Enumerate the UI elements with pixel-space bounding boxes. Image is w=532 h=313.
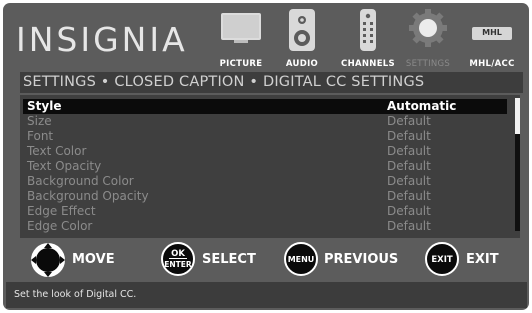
exit-label: EXIT bbox=[466, 252, 499, 267]
insignia-logo: INSIGNIA bbox=[16, 20, 188, 59]
exit-hint: EXIT EXIT bbox=[425, 238, 515, 282]
setting-value: Automatic bbox=[387, 99, 457, 113]
setting-name: Background Color bbox=[27, 174, 134, 188]
list-item-size[interactable]: Size Default bbox=[23, 114, 507, 129]
menu-item-label: PICTURE bbox=[219, 59, 263, 69]
setting-name: Edge Effect bbox=[27, 204, 96, 218]
setting-name: Style bbox=[27, 99, 62, 113]
mhl-icon: MHL bbox=[472, 27, 512, 40]
list-item-text-opacity[interactable]: Text Opacity Default bbox=[23, 159, 507, 174]
menu-item-label: AUDIO bbox=[285, 59, 319, 69]
top-menu-bar: INSIGNIA PICTURE AUDIO CHANNELS SETTINGS… bbox=[3, 3, 529, 69]
tv-icon bbox=[221, 13, 261, 43]
select-label: SELECT bbox=[202, 252, 256, 267]
list-item-style[interactable]: Style Automatic bbox=[23, 99, 507, 114]
previous-hint: MENU PREVIOUS bbox=[284, 238, 404, 282]
setting-value: Default bbox=[387, 144, 431, 158]
ok-enter-key-icon: OK ENTER bbox=[161, 242, 195, 276]
menu-key-icon: MENU bbox=[284, 242, 318, 276]
speaker-icon bbox=[289, 9, 315, 51]
setting-name: Edge Color bbox=[27, 219, 93, 233]
move-label: MOVE bbox=[72, 252, 115, 267]
setting-value: Default bbox=[387, 219, 431, 233]
list-item-background-opacity[interactable]: Background Opacity Default bbox=[23, 189, 507, 204]
menu-item-label: CHANNELS bbox=[341, 59, 395, 69]
select-hint: OK ENTER SELECT bbox=[161, 238, 271, 282]
setting-name: Size bbox=[27, 114, 52, 128]
setting-name: Text Color bbox=[27, 144, 87, 158]
menu-item-label: SETTINGS bbox=[405, 59, 451, 69]
setting-value: Default bbox=[387, 189, 431, 203]
remote-key-hints: MOVE OK ENTER SELECT MENU PREVIOUS EXIT … bbox=[3, 238, 529, 282]
previous-label: PREVIOUS bbox=[324, 252, 399, 267]
mhl-badge-text: MHL bbox=[482, 28, 502, 37]
list-item-edge-effect[interactable]: Edge Effect Default bbox=[23, 204, 507, 219]
setting-value: Default bbox=[387, 114, 431, 128]
key-divider bbox=[169, 258, 187, 259]
help-text-panel: Set the look of Digital CC. bbox=[6, 282, 527, 308]
setting-value: Default bbox=[387, 129, 431, 143]
settings-list: Style Automatic Size Default Font Defaul… bbox=[20, 95, 520, 238]
exit-key-icon: EXIT bbox=[425, 242, 459, 276]
exit-key-text: EXIT bbox=[431, 255, 453, 265]
setting-value: Default bbox=[387, 204, 431, 218]
enter-key-text: ENTER bbox=[164, 260, 192, 269]
setting-name: Font bbox=[27, 129, 54, 143]
scrollbar-thumb[interactable] bbox=[515, 98, 520, 134]
list-item-text-color[interactable]: Text Color Default bbox=[23, 144, 507, 159]
list-item-edge-color[interactable]: Edge Color Default bbox=[23, 219, 507, 234]
list-item-background-color[interactable]: Background Color Default bbox=[23, 174, 507, 189]
setting-value: Default bbox=[387, 159, 431, 173]
dpad-icon bbox=[31, 243, 65, 277]
breadcrumb: SETTINGS • CLOSED CAPTION • DIGITAL CC S… bbox=[20, 72, 523, 93]
setting-value: Default bbox=[387, 174, 431, 188]
help-text: Set the look of Digital CC. bbox=[14, 289, 137, 300]
setting-name: Background Opacity bbox=[27, 189, 149, 203]
list-item-font[interactable]: Font Default bbox=[23, 129, 507, 144]
menu-key-text: MENU bbox=[287, 255, 315, 264]
remote-icon bbox=[360, 9, 376, 51]
scrollbar[interactable] bbox=[515, 98, 520, 231]
gear-icon bbox=[409, 9, 447, 47]
tv-menu-frame: INSIGNIA PICTURE AUDIO CHANNELS SETTINGS… bbox=[3, 3, 529, 310]
menu-item-label: MHL/ACC bbox=[469, 59, 515, 69]
move-hint: MOVE bbox=[29, 238, 129, 282]
setting-name: Text Opacity bbox=[27, 159, 102, 173]
